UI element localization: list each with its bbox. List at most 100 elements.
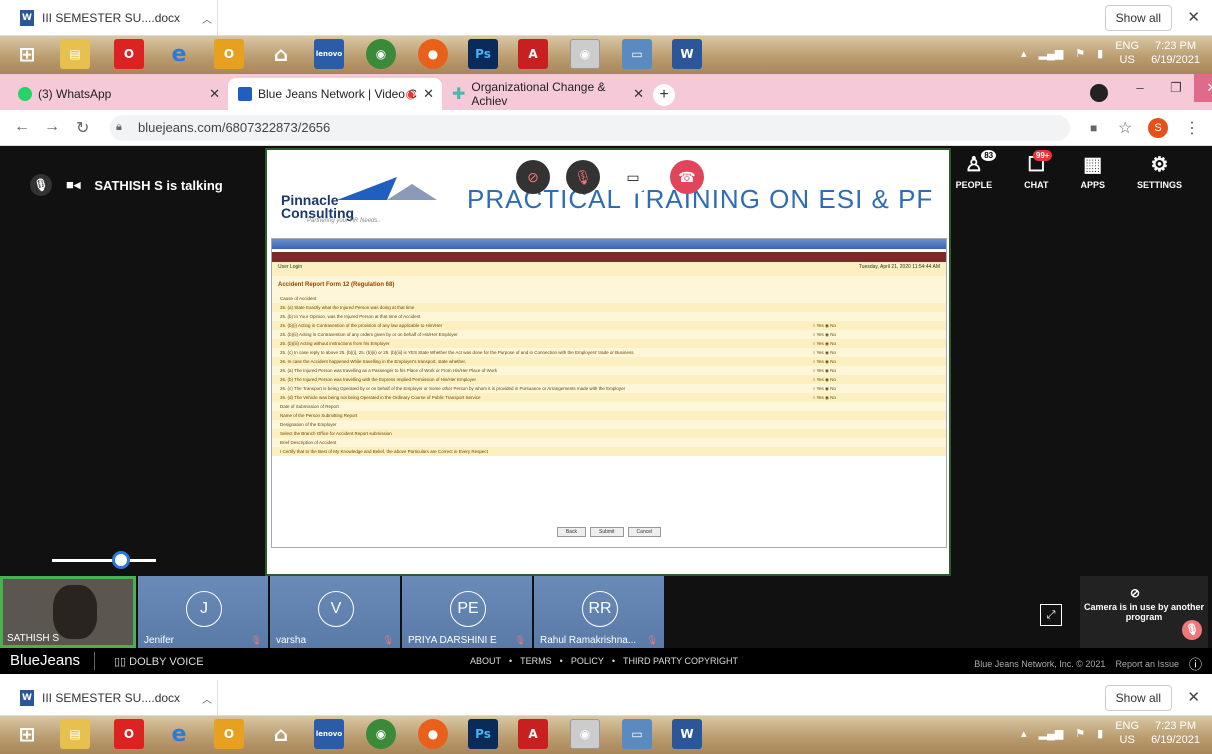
footer-link[interactable]: POLICY (571, 656, 604, 666)
url-field[interactable]: bluejeans.com/6807322873/2656 (110, 115, 1070, 141)
internet-explorer-icon[interactable]: e (164, 719, 194, 749)
opera-icon[interactable]: O (114, 39, 144, 69)
star-icon[interactable]: ☆ (1118, 118, 1132, 138)
close-icon[interactable]: ✕ (1187, 8, 1200, 26)
slider-knob[interactable] (112, 551, 130, 569)
photoshop-icon[interactable]: Ps (468, 719, 498, 749)
signal-icon[interactable]: ▂▄▆ (1039, 727, 1064, 740)
windows-start-icon[interactable]: ⊞ (12, 719, 42, 749)
tray-lang[interactable]: ENG (1115, 39, 1139, 53)
file-explorer-icon[interactable]: ▤ (60, 719, 90, 749)
minimize-icon[interactable]: – (1122, 74, 1158, 102)
yes-no-radio[interactable]: ○ Yes ◉ No (813, 375, 836, 384)
tray-time[interactable]: 7:23 PM (1155, 719, 1196, 733)
tab-close-icon[interactable]: ✕ (423, 86, 434, 102)
settings-button[interactable]: ⚙ SETTINGS (1137, 154, 1182, 190)
chevron-up-icon[interactable]: ︿ (202, 11, 212, 26)
lenovo-icon[interactable]: lenovo (314, 39, 344, 69)
participant-tile[interactable]: RR Rahul Ramakrishna... 🎙︎ (534, 576, 664, 648)
lock-icon[interactable]: 🔒︎ (116, 121, 122, 134)
user-login[interactable]: User Login (278, 264, 302, 274)
home-icon[interactable]: ⌂ (266, 719, 296, 749)
yes-no-radio[interactable]: ○ Yes ◉ No (813, 339, 836, 348)
participant-tile[interactable]: V varsha 🎙︎ (270, 576, 400, 648)
footer-link[interactable]: THIRD PARTY COPYRIGHT (623, 656, 738, 666)
battery-icon[interactable]: ▮ (1097, 47, 1103, 60)
tray-time[interactable]: 7:23 PM (1155, 39, 1196, 53)
profile-avatar[interactable]: S (1148, 118, 1168, 138)
tray-expand-icon[interactable]: ▴ (1021, 47, 1027, 60)
mute-button[interactable]: 🎙︎ (566, 160, 600, 194)
close-icon[interactable]: ✕ (1187, 688, 1200, 706)
chat-button[interactable]: ☐ 99+ CHAT (1024, 150, 1053, 190)
acrobat-icon[interactable]: A (518, 39, 548, 69)
home-icon[interactable]: ⌂ (266, 39, 296, 69)
restore-icon[interactable]: ❐ (1158, 74, 1194, 102)
word-icon[interactable]: W (672, 39, 702, 69)
form-submit-button[interactable]: Submit (589, 527, 624, 537)
download-item[interactable]: W III SEMESTER SU....docx ︿ (20, 690, 212, 706)
self-muted-icon[interactable]: 🎙︎ (1182, 620, 1202, 640)
hang-up-button[interactable]: ☎︎ (670, 160, 704, 194)
footer-link[interactable]: TERMS (520, 656, 552, 666)
yes-no-radio[interactable]: ○ Yes ◉ No (813, 366, 836, 375)
report-issue-link[interactable]: Report an Issue (1115, 659, 1179, 669)
outlook-icon[interactable]: O (214, 39, 244, 69)
window-close-icon[interactable]: ✕ (1194, 74, 1212, 102)
show-all-button[interactable]: Show all (1104, 5, 1172, 31)
network-icon[interactable]: ⚑ (1075, 727, 1085, 740)
apps-button[interactable]: ▦ APPS (1080, 154, 1105, 190)
chrome-profile-icon[interactable]: ◉ (570, 719, 600, 749)
download-item[interactable]: W III SEMESTER SU....docx ︿ (20, 10, 212, 26)
signal-icon[interactable]: ▂▄▆ (1039, 47, 1064, 60)
windows-start-icon[interactable]: ⊞ (12, 39, 42, 69)
help-icon[interactable]: ⓘ (1189, 654, 1202, 673)
form-cancel-button[interactable]: Cancel (627, 527, 662, 537)
tab-organizational-change[interactable]: ✚ Organizational Change & Achiev ✕ (442, 78, 652, 110)
yes-no-radio[interactable]: ○ Yes ◉ No (813, 321, 836, 330)
show-all-button[interactable]: Show all (1104, 685, 1172, 711)
yes-no-radio[interactable]: ○ Yes ◉ No (813, 330, 836, 339)
share-screen-button[interactable]: ▭ (616, 160, 650, 194)
participant-tile[interactable]: PE PRIYA DARSHINI E 🎙︎ (402, 576, 532, 648)
chevron-up-icon[interactable]: ︿ (202, 691, 212, 706)
firefox-icon[interactable]: ● (418, 39, 448, 69)
tray-expand-icon[interactable]: ▴ (1021, 727, 1027, 740)
yes-no-radio[interactable]: ○ Yes ◉ No (813, 393, 836, 402)
camera-indicator-icon[interactable]: ■ (1090, 121, 1097, 135)
desktop-icon[interactable]: ▭ (622, 719, 652, 749)
footer-link[interactable]: ABOUT (470, 656, 501, 666)
chrome-icon[interactable]: ◉ (366, 719, 396, 749)
menu-icon[interactable]: ⋮ (1184, 118, 1200, 138)
acrobat-icon[interactable]: A (518, 719, 548, 749)
back-icon[interactable]: ← (14, 118, 30, 136)
chrome-profile-icon[interactable]: ◉ (570, 39, 600, 69)
reload-icon[interactable]: ↻ (76, 118, 89, 138)
self-video-tile[interactable]: SATHISH S (0, 576, 136, 648)
photoshop-icon[interactable]: Ps (468, 39, 498, 69)
yes-no-radio[interactable]: ○ Yes ◉ No (813, 357, 836, 366)
expand-icon[interactable]: ⤢ (1040, 604, 1062, 626)
file-explorer-icon[interactable]: ▤ (60, 39, 90, 69)
forward-icon[interactable]: → (44, 118, 60, 136)
tray-lang[interactable]: ENG (1115, 719, 1139, 733)
participant-tile[interactable]: J Jenifer 🎙︎ (138, 576, 268, 648)
tab-close-icon[interactable]: ✕ (633, 86, 644, 102)
desktop-icon[interactable]: ▭ (622, 39, 652, 69)
outlook-icon[interactable]: O (214, 719, 244, 749)
opera-icon[interactable]: O (114, 719, 144, 749)
yes-no-radio[interactable]: ○ Yes ◉ No (813, 348, 836, 357)
chrome-icon[interactable]: ◉ (366, 39, 396, 69)
video-off-button[interactable]: ⊘ (516, 160, 550, 194)
lenovo-icon[interactable]: lenovo (314, 719, 344, 749)
yes-no-radio[interactable]: ○ Yes ◉ No (813, 384, 836, 393)
tab-bluejeans[interactable]: Blue Jeans Network | Video C ◉ ✕ (228, 78, 442, 110)
people-button[interactable]: ♙ 83 PEOPLE (956, 150, 997, 190)
tab-whatsapp[interactable]: (3) WhatsApp ✕ (8, 78, 228, 110)
tab-close-icon[interactable]: ✕ (209, 86, 220, 102)
network-icon[interactable]: ⚑ (1075, 47, 1085, 60)
volume-slider[interactable] (52, 551, 156, 569)
extension-icon[interactable] (1090, 84, 1108, 102)
new-tab-button[interactable]: + (653, 84, 675, 106)
battery-icon[interactable]: ▮ (1097, 727, 1103, 740)
